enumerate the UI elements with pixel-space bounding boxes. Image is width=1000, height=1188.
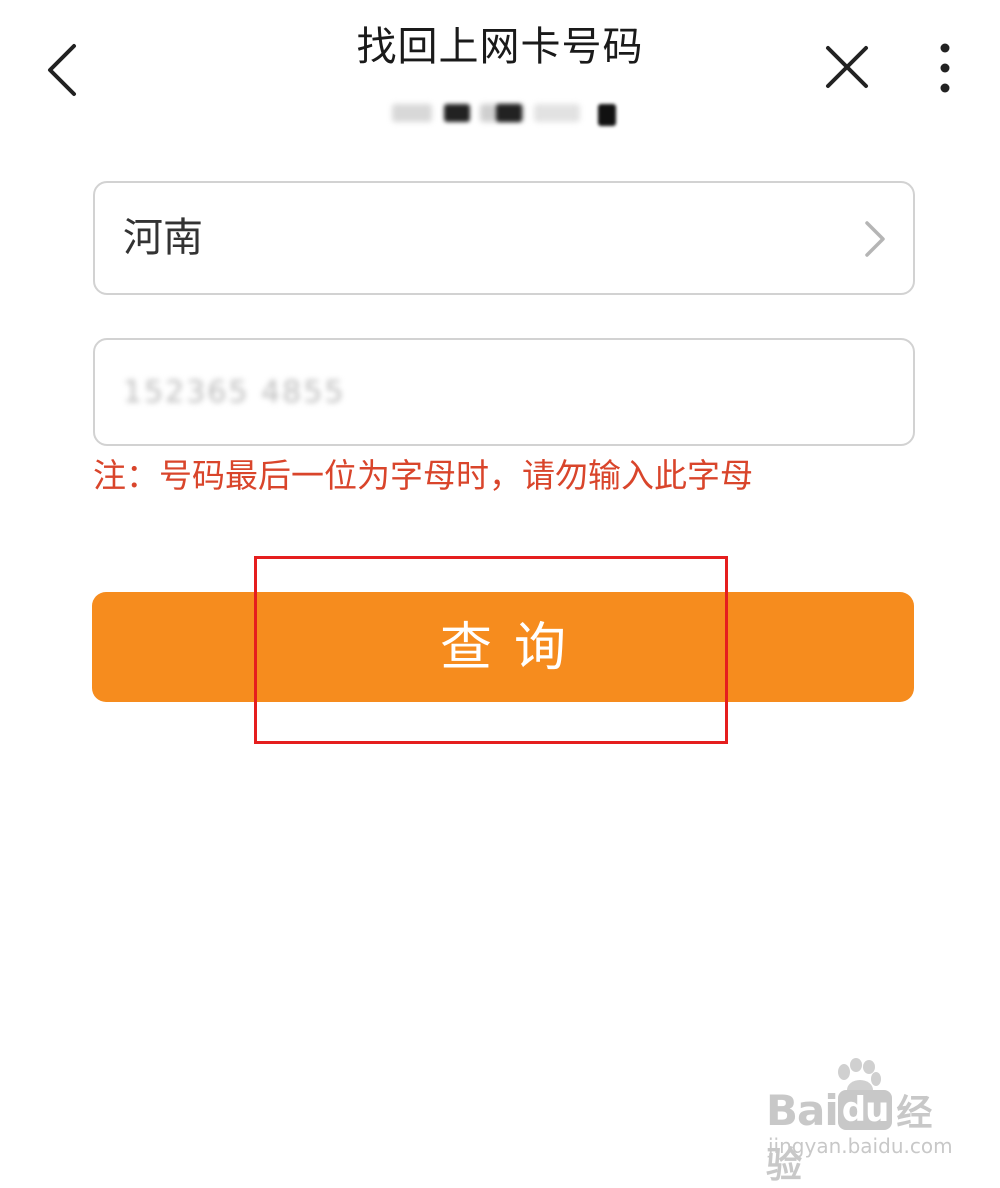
card-number-field[interactable] [93,338,915,446]
query-button[interactable]: 查询 [92,592,914,702]
redacted-subtitle [388,100,623,128]
more-vertical-icon [940,43,950,93]
chevron-right-icon [865,221,885,257]
close-button[interactable] [818,40,878,96]
more-button[interactable] [930,40,960,100]
province-selector[interactable]: 河南 [93,181,915,295]
header-bar: 找回上网卡号码 [0,0,1000,100]
watermark-bai: Bai [766,1086,839,1135]
input-note: 注：号码最后一位为字母时，请勿输入此字母 [93,456,753,495]
baidu-jingyan-watermark: Bai du 经验 jingyan.baidu.com [762,1058,962,1186]
close-icon [826,46,868,88]
watermark-du: du [837,1090,893,1130]
chevron-left-icon [48,44,76,96]
page-title: 找回上网卡号码 [356,24,644,70]
back-button[interactable] [40,40,90,100]
province-value: 河南 [123,215,203,261]
watermark-url: jingyan.baidu.com [768,1134,953,1158]
card-number-input[interactable] [123,374,423,410]
